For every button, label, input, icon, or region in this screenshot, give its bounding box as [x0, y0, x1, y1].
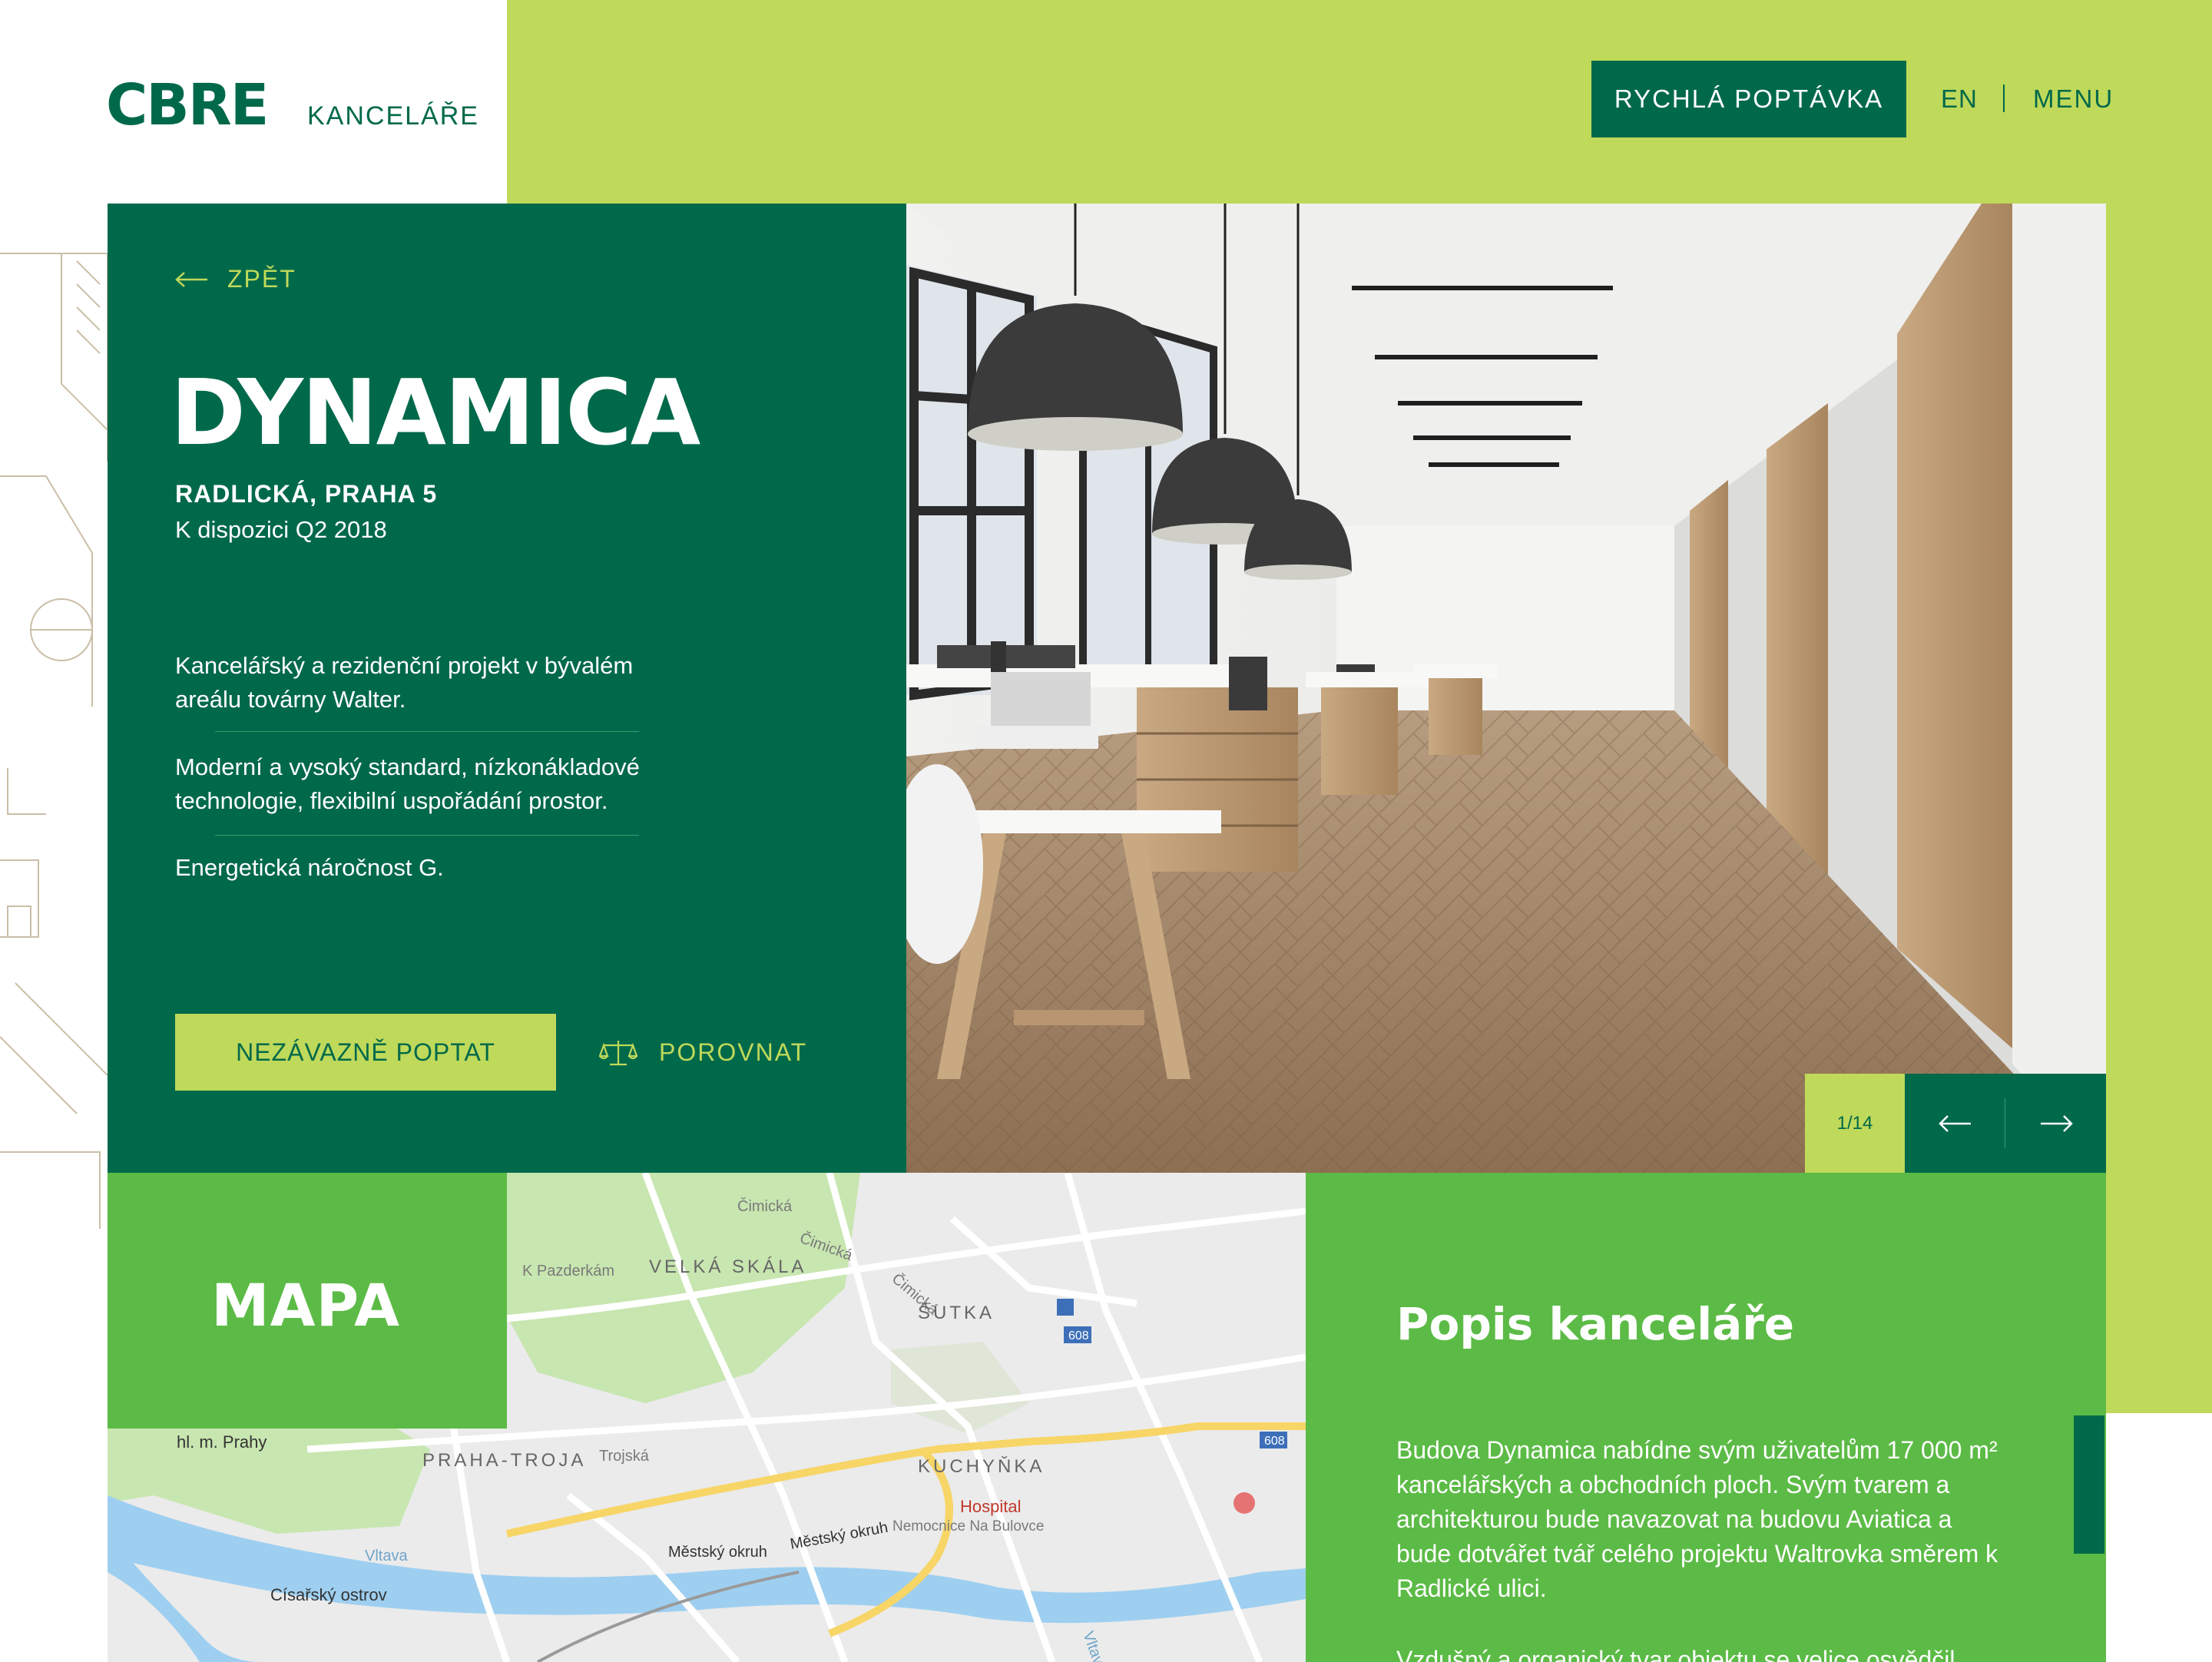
language-switch[interactable]: EN [1941, 84, 1978, 114]
feature-divider [215, 835, 639, 836]
side-scroll-indicator[interactable] [2074, 1415, 2104, 1554]
map-label: VELKÁ SKÁLA [649, 1256, 806, 1277]
description-title: Popis kanceláře [1396, 1298, 1795, 1350]
map-label: K Pazderkám [522, 1263, 614, 1280]
description-paragraph: Budova Dynamica nabídne svým uživatelům … [1396, 1436, 1998, 1602]
office-photo [906, 204, 2106, 1173]
map-label: hl. m. Prahy [177, 1432, 267, 1452]
description-text: Budova Dynamica nabídne svým uživatelům … [1396, 1433, 2011, 1662]
gallery-counter: 1/14 [1805, 1074, 1905, 1173]
header-divider [2003, 84, 2005, 112]
map-label: KUCHYŇKA [918, 1456, 1045, 1477]
gallery-prev-button[interactable] [1905, 1074, 2005, 1173]
arrow-right-icon [2040, 1114, 2073, 1132]
road-shield: 608 [1068, 1329, 1089, 1343]
gallery-navigation [1905, 1074, 2106, 1173]
office-photo-illustration [906, 204, 2106, 1173]
side-scroll-track [2074, 1554, 2104, 1662]
back-label: ZPĚT [227, 265, 296, 293]
map-label: Čimická [737, 1197, 793, 1215]
arrow-left-icon [175, 271, 207, 287]
map-label: Trojská [599, 1448, 650, 1465]
map-label: Nemocnice Na Bulovce [892, 1518, 1044, 1535]
map-label: ŠUTKA [918, 1302, 995, 1323]
scale-icon [599, 1040, 637, 1065]
map-label: Císařský ostrov [270, 1585, 387, 1604]
blueprint-decoration [0, 253, 108, 1229]
property-title: DYNAMICA [171, 359, 700, 465]
feature-divider [215, 731, 639, 732]
compare-link[interactable]: POROVNAT [599, 1038, 807, 1067]
feature-text: Kancelářský a rezidenční projekt v býval… [175, 652, 634, 713]
feature-text: Moderní a vysoký standard, nízkonákladov… [175, 753, 640, 814]
arrow-left-icon [1938, 1114, 1971, 1132]
map-label: Hospital [960, 1497, 1021, 1516]
back-link[interactable]: ZPĚT [175, 265, 296, 293]
gallery-next-button[interactable] [2005, 1074, 2106, 1173]
map-label: Městský okruh [668, 1544, 767, 1561]
availability: K dispozici Q2 2018 [175, 516, 387, 543]
feature-text: Energetická náročnost G. [175, 854, 444, 881]
menu-button[interactable]: MENU [2033, 84, 2114, 114]
map-label: Vltava [365, 1548, 408, 1564]
cbre-logo[interactable]: CBRE [106, 77, 269, 134]
property-address: RADLICKÁ, PRAHA 5 [175, 480, 438, 508]
description-paragraph: Vzdušný a organický tvar objektu se veli… [1396, 1646, 1955, 1662]
map-label: PRAHA-TROJA [422, 1450, 586, 1471]
road-shield: 608 [1264, 1435, 1285, 1448]
quick-inquiry-button[interactable]: RYCHLÁ POPTÁVKA [1591, 61, 1906, 137]
logo-subtitle: KANCELÁŘE [307, 101, 479, 131]
inquiry-button[interactable]: NEZÁVAZNĚ POPTAT [175, 1014, 556, 1091]
map-title: MAPA [211, 1271, 400, 1339]
compare-label: POROVNAT [659, 1038, 808, 1066]
